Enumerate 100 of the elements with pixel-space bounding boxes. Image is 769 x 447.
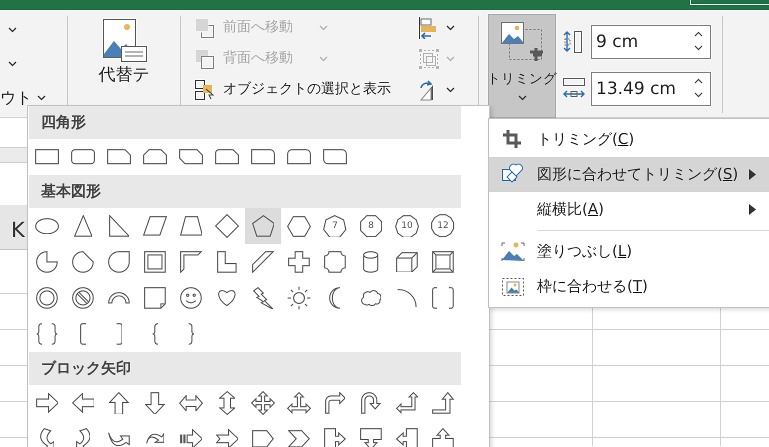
menu-item[interactable]: 縦横比(A) [489, 192, 769, 227]
section-header: ブロック矢印 [29, 352, 461, 385]
double-bracket-icon [432, 287, 454, 309]
half-frame-icon [180, 251, 202, 273]
arrow-callout-icon [396, 428, 418, 447]
u-turn-arrow-icon [361, 392, 381, 414]
layout-button[interactable]: ウト [0, 90, 46, 106]
menu-item[interactable]: トリミング(C) [489, 122, 769, 157]
double-brace-icon [36, 323, 58, 345]
caret-icon [446, 86, 455, 92]
section-header: 四角形 [29, 106, 461, 139]
caret-icon [319, 24, 328, 30]
cloud-icon [360, 290, 382, 306]
caret-icon [518, 95, 526, 102]
hexagon-icon [286, 216, 312, 236]
up-down-arrow-icon [218, 390, 236, 416]
teardrop-icon [108, 251, 130, 273]
chevron-icon [288, 430, 310, 447]
caret-icon [446, 24, 455, 30]
height-field[interactable]: 9 cm [591, 25, 711, 59]
curved-arrow-icon [76, 428, 90, 447]
left-bracket-icon [80, 323, 86, 345]
cube-icon [396, 252, 418, 272]
menu-item[interactable]: 図形に合わせてトリミング(S) [489, 157, 769, 192]
rectangle-icon [34, 149, 60, 165]
bent-up-arrow-icon [432, 392, 454, 414]
selection-pane-icon [195, 80, 215, 100]
shape-button[interactable]: 7 [317, 208, 353, 244]
rounded-rectangle-icon [322, 149, 348, 165]
right-bracket-icon [116, 323, 122, 345]
decagon-icon [394, 214, 420, 238]
smiley-icon [180, 287, 202, 309]
curved-arrow-icon [146, 433, 164, 445]
shape-button[interactable] [245, 208, 281, 244]
block-arc-icon [108, 292, 130, 304]
shape-button[interactable]: 12 [425, 208, 461, 244]
bevel-icon [432, 251, 454, 273]
arrow-callout-icon [360, 428, 382, 447]
spin-up-button[interactable] [694, 78, 703, 84]
group-icon [418, 48, 440, 70]
bring-forward-icon [195, 18, 215, 38]
width-field[interactable]: 13.49 cm [591, 72, 711, 106]
width-icon [563, 78, 585, 100]
l-shape-icon [217, 251, 237, 273]
section-header: 基本図形 [29, 175, 461, 208]
diamond-icon [214, 214, 240, 238]
rounded-rectangle-icon [250, 149, 276, 165]
column-label: K [11, 217, 25, 244]
oval-icon [34, 218, 60, 234]
triangle-icon [74, 215, 92, 237]
chord-icon [72, 251, 94, 273]
left-right-arrow-icon [178, 394, 204, 412]
arrow-callout-icon [324, 428, 346, 447]
arrow-callout-icon [432, 428, 454, 447]
striped-arrow-icon [180, 429, 202, 447]
title-bar-field[interactable] [690, 0, 769, 5]
pentagon-arrow-icon [252, 430, 274, 447]
spin-up-button[interactable] [694, 31, 703, 37]
moon-icon [329, 287, 341, 309]
pie-icon [36, 251, 58, 273]
menu-item[interactable]: 塗りつぶし(L) [489, 234, 769, 269]
fill-picture-icon [501, 240, 525, 264]
crop-picture-icon [499, 21, 545, 63]
send-backward-icon [195, 48, 215, 68]
alt-text-button[interactable]: 代替テ [98, 10, 150, 104]
image-icon [100, 18, 148, 64]
shape-button[interactable]: 8 [353, 208, 389, 244]
menu-item[interactable]: 枠に合わせる(T) [489, 269, 769, 304]
right-arrow-icon [36, 393, 58, 413]
cross-icon [288, 251, 310, 273]
left-brace-icon [152, 323, 158, 345]
parallelogram-icon [142, 216, 168, 236]
diagonal-stripe-icon [252, 251, 274, 273]
dropdown-button[interactable] [8, 61, 17, 67]
right-brace-icon [188, 323, 194, 345]
selection-pane-button[interactable]: オブジェクトの選択と表示 [195, 74, 391, 105]
three-way-arrow-icon [286, 392, 312, 414]
spin-down-button[interactable] [694, 92, 703, 98]
frame-icon [144, 251, 166, 273]
down-arrow-icon [145, 392, 165, 414]
caret-icon [319, 56, 328, 62]
octagon-icon [360, 214, 382, 238]
folded-corner-icon [144, 287, 166, 309]
cylinder-icon [363, 251, 379, 273]
left-arrow-icon [72, 393, 94, 413]
lightning-icon [252, 286, 274, 310]
crop-button[interactable]: トリミング [488, 14, 556, 118]
plaque-icon [324, 251, 346, 273]
quad-arrow-icon [250, 390, 276, 416]
pentagon-icon [252, 215, 274, 237]
trapezoid-icon [180, 216, 202, 236]
dropdown-button[interactable] [8, 27, 17, 33]
shape-button[interactable]: 10 [389, 208, 425, 244]
no-symbol-icon [72, 287, 94, 309]
rounded-rectangle-icon [286, 149, 312, 165]
spin-down-button[interactable] [694, 45, 703, 51]
curved-arrow-icon [40, 428, 54, 447]
donut-icon [36, 287, 58, 309]
heart-icon [218, 290, 236, 306]
curved-arrow-icon [108, 432, 130, 446]
